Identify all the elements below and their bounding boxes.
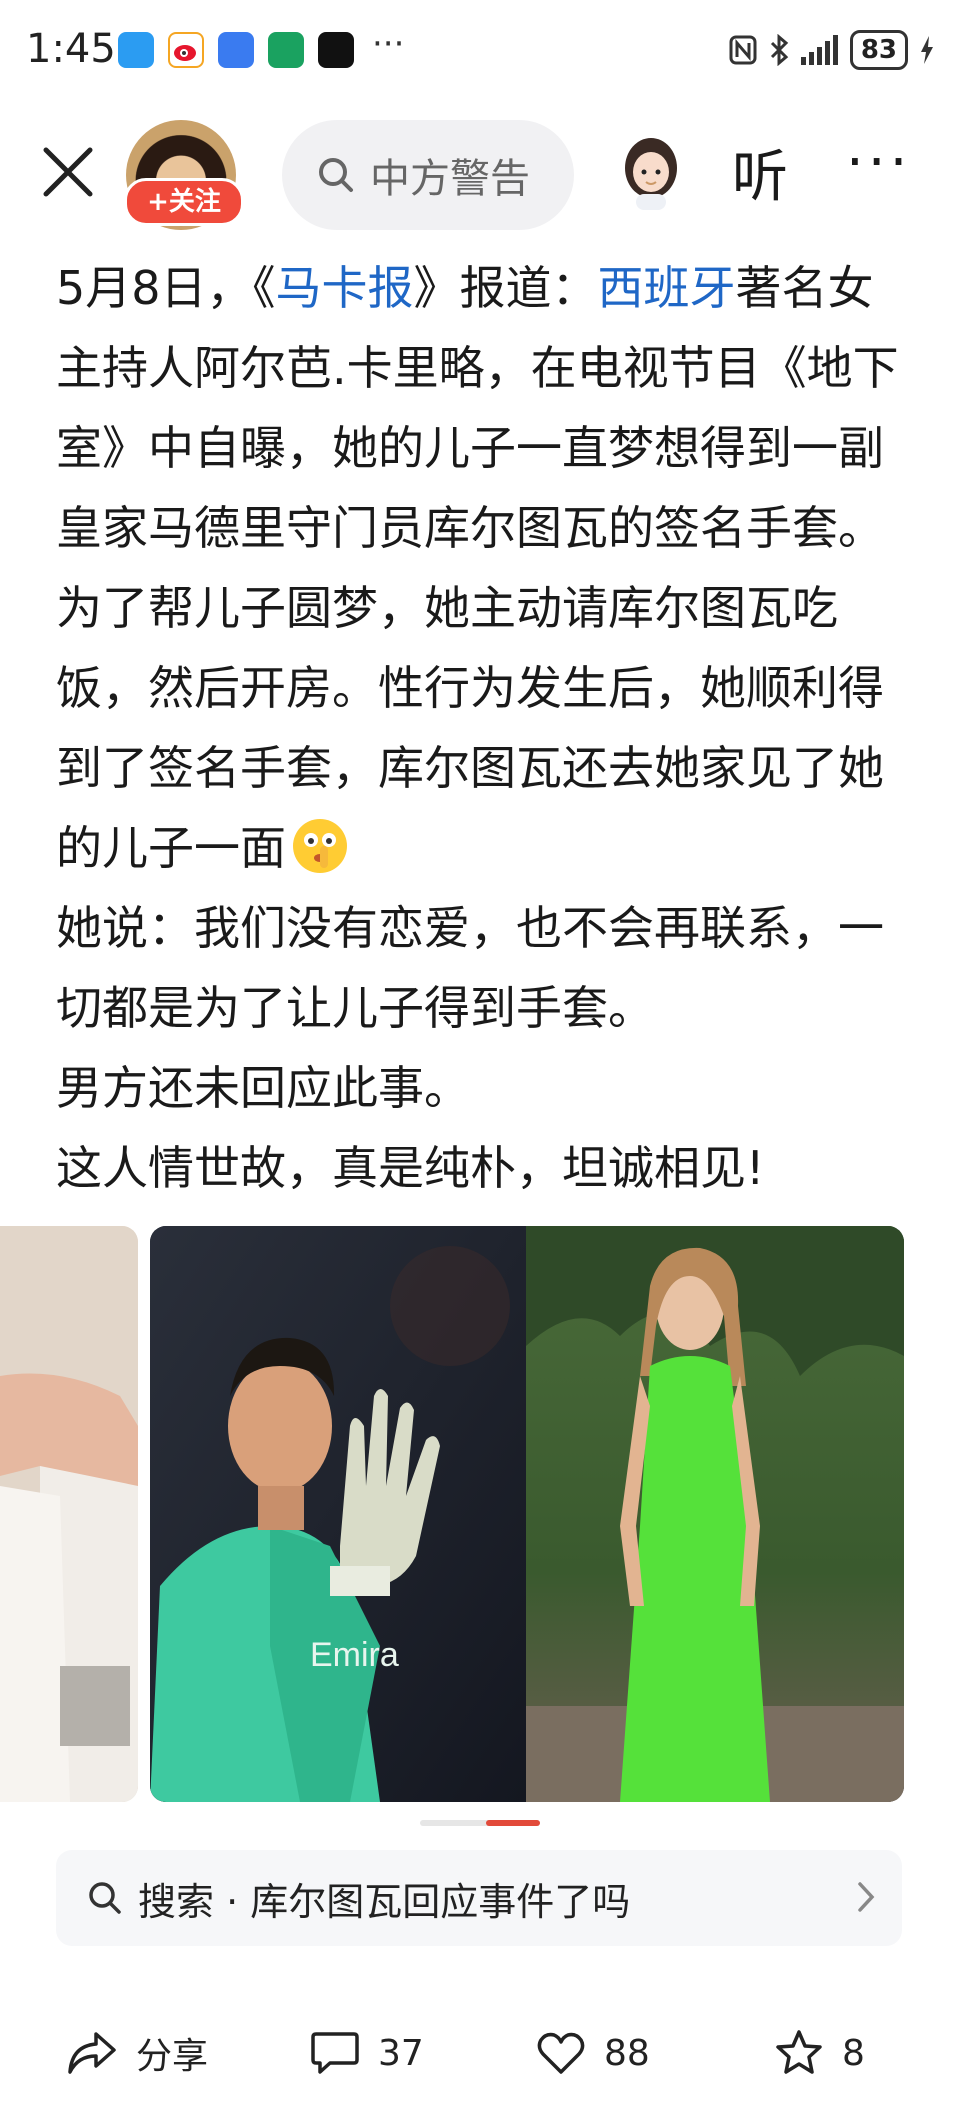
favorite-count: 8: [842, 2032, 865, 2074]
share-label: 分享: [136, 2036, 209, 2077]
search-placeholder: 中方警告: [370, 156, 530, 202]
action-bar: 分享 37 88 8: [0, 2008, 960, 2098]
status-indicators: 83: [729, 30, 934, 70]
comment-count: 37: [378, 2032, 424, 2074]
status-app-icons: ···: [118, 24, 404, 70]
signal-icon: [800, 35, 838, 65]
carousel-indicator: [420, 1820, 540, 1826]
weibo-app-icon: [168, 32, 204, 68]
search-icon: [319, 158, 353, 192]
assistant-avatar[interactable]: [618, 132, 684, 212]
close-icon: [43, 147, 93, 197]
star-icon: [776, 2030, 822, 2074]
post-paragraph: 5月8日，《马卡报》报道：西班牙著名女主持人阿尔芭.卡里略，在电视节目《地下室》…: [56, 261, 899, 555]
status-bar: 1:45 ··· 83: [0, 0, 960, 100]
chevron-right-icon: [858, 1882, 875, 1912]
share-button[interactable]: 分享: [66, 2008, 208, 2098]
link-marca[interactable]: 马卡报: [276, 261, 414, 315]
favorite-button[interactable]: 8: [774, 2008, 865, 2098]
browser-app-icon: [218, 32, 254, 68]
nfc-icon: [729, 35, 757, 65]
search-bar[interactable]: 中方警告: [282, 120, 574, 230]
comment-icon: [311, 2032, 359, 2074]
status-time: 1:45: [26, 26, 116, 72]
post-paragraph: 为了帮儿子圆梦，她主动请库尔图瓦吃饭，然后开房。性行为发生后，她顺利得到了签名手…: [56, 581, 884, 876]
jersey-sponsor-text: Emira: [310, 1636, 399, 1674]
battery-indicator: 83: [849, 30, 908, 70]
search-suggestion-label: 搜索 · 库尔图瓦回应事件了吗: [138, 1879, 631, 1924]
bank-app-icon: [268, 32, 304, 68]
image-carousel[interactable]: Emira: [0, 1226, 960, 1802]
listen-button[interactable]: 听: [732, 132, 788, 213]
shush-face-icon: [290, 816, 350, 876]
message-app-icon: [118, 32, 154, 68]
search-suggestion[interactable]: 搜索 · 库尔图瓦回应事件了吗: [56, 1850, 902, 1946]
search-icon: [89, 1882, 121, 1914]
status-more-icon: ···: [372, 24, 405, 64]
like-button[interactable]: 88: [536, 2008, 650, 2098]
assistant-girl-icon: [625, 138, 677, 210]
tiktok-app-icon: [318, 32, 354, 68]
link-spain[interactable]: 西班牙: [598, 261, 736, 315]
post-paragraph: 这人情世故，真是纯朴，坦诚相见!: [56, 1141, 765, 1195]
close-button[interactable]: [40, 144, 96, 200]
charging-icon: [921, 36, 933, 64]
post-paragraph: 男方还未回应此事。: [56, 1061, 470, 1115]
like-count: 88: [604, 2032, 650, 2074]
post-body: 5月8日，《马卡报》报道：西班牙著名女主持人阿尔芭.卡里略，在电视节目《地下室》…: [56, 248, 906, 1208]
share-icon: [68, 2032, 116, 2074]
post-paragraph: 她说：我们没有恋爱，也不会再联系，一切都是为了让儿子得到手套。: [56, 901, 884, 1035]
bluetooth-icon: [770, 34, 789, 66]
photo-woman-white-dress[interactable]: [0, 1226, 138, 1802]
follow-button[interactable]: +关注: [124, 178, 244, 226]
heart-icon: [537, 2032, 585, 2074]
photo-goalkeeper-and-woman[interactable]: Emira: [150, 1226, 904, 1802]
comment-button[interactable]: 37: [310, 2008, 424, 2098]
more-options-button[interactable]: ···: [846, 130, 911, 195]
